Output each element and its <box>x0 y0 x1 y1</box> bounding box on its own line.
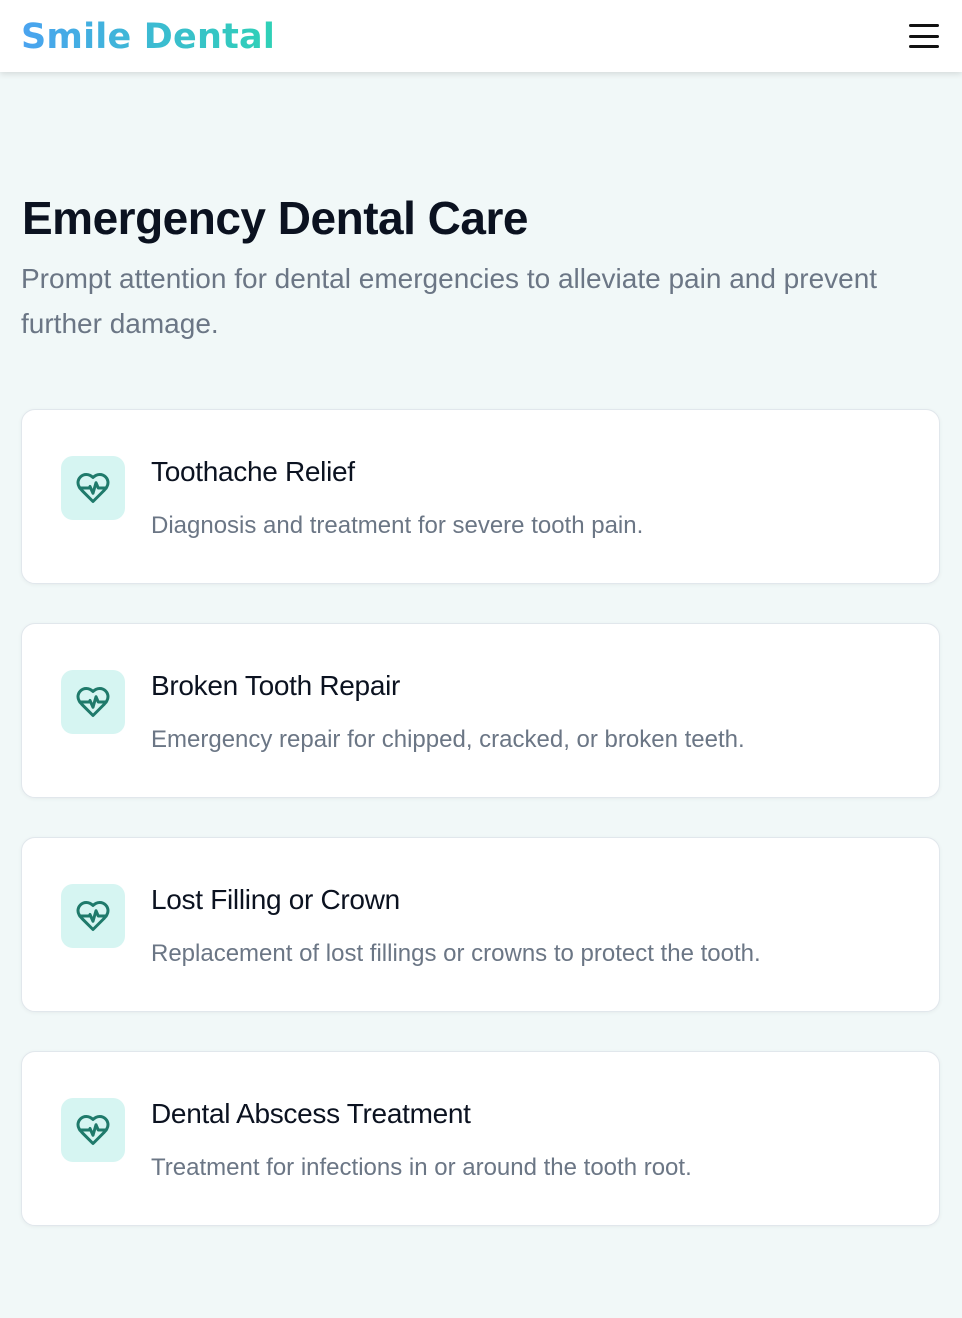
site-header: Smile Dental <box>0 0 962 72</box>
service-title: Toothache Relief <box>151 456 355 487</box>
service-title: Broken Tooth Repair <box>151 670 401 701</box>
page-subtitle: Prompt attention for dental emergencies … <box>21 263 878 339</box>
service-card: Broken Tooth Repair Emergency repair for… <box>21 623 940 798</box>
service-title: Lost Filling or Crown <box>151 884 400 915</box>
heart-pulse-icon <box>61 884 125 948</box>
menu-bar <box>909 45 939 48</box>
service-list: Toothache Relief Diagnosis and treatment… <box>21 409 940 1265</box>
service-title: Dental Abscess Treatment <box>151 1098 471 1129</box>
page-title: Emergency Dental Care <box>22 192 528 244</box>
menu-bar <box>909 34 939 38</box>
service-description: Diagnosis and treatment for severe tooth… <box>151 512 644 539</box>
service-card: Dental Abscess Treatment Treatment for i… <box>21 1051 940 1226</box>
heart-pulse-icon <box>61 1098 125 1162</box>
main-content: Emergency Dental Care Prompt attention f… <box>0 72 962 1318</box>
service-card: Lost Filling or Crown Replacement of los… <box>21 837 940 1012</box>
heart-pulse-icon <box>61 456 125 520</box>
hamburger-menu-icon[interactable] <box>908 22 940 50</box>
service-card: Toothache Relief Diagnosis and treatment… <box>21 409 940 584</box>
menu-bar <box>909 24 939 27</box>
service-description: Treatment for infections in or around th… <box>151 1154 692 1181</box>
site-logo[interactable]: Smile Dental <box>21 18 275 55</box>
service-description: Replacement of lost fillings or crowns t… <box>151 940 761 967</box>
service-description: Emergency repair for chipped, cracked, o… <box>151 726 745 753</box>
heart-pulse-icon <box>61 670 125 734</box>
